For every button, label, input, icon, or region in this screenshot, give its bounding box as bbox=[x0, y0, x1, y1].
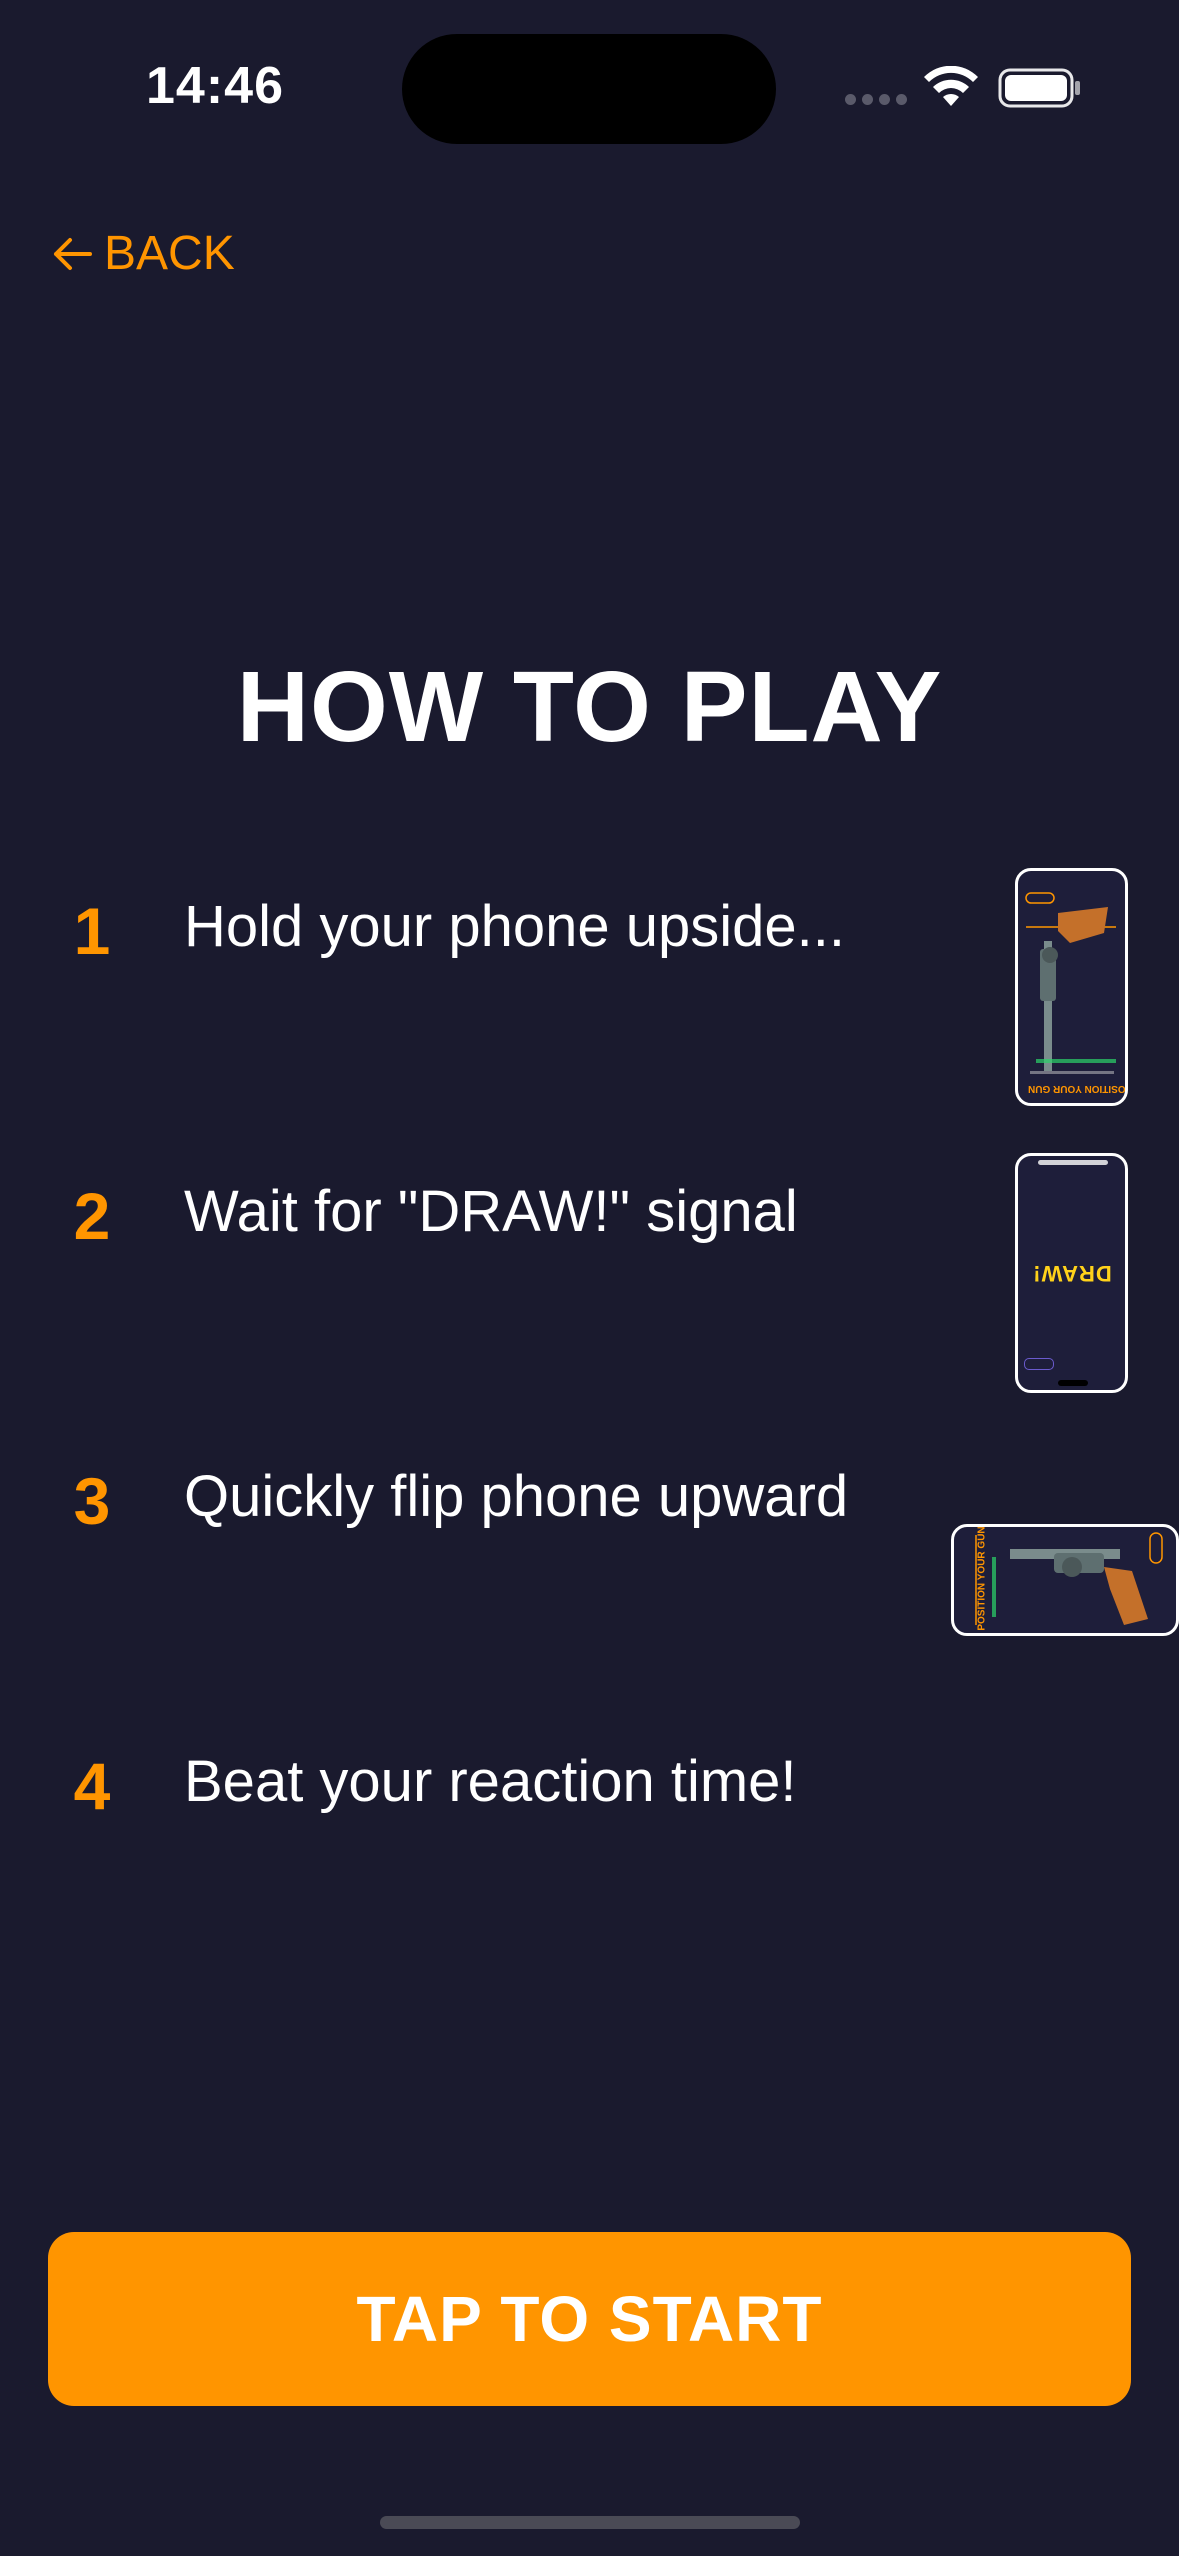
mini-status-bar bbox=[1038, 1160, 1108, 1165]
battery-icon bbox=[998, 68, 1080, 108]
phone-flipped-thumbnail: POSITION YOUR GUN bbox=[951, 1524, 1179, 1636]
tap-to-start-button[interactable]: TAP TO START bbox=[48, 2232, 1131, 2406]
step-item: 4 Beat your reaction time! bbox=[0, 1753, 1179, 1993]
phone-caption: POSITION YOUR GUN bbox=[976, 1526, 988, 1631]
step-number: 1 bbox=[73, 894, 111, 968]
arrow-left-icon bbox=[54, 237, 92, 270]
mini-back-icon bbox=[1024, 1358, 1054, 1370]
step-number: 4 bbox=[73, 1749, 111, 1823]
status-time: 14:46 bbox=[146, 57, 284, 115]
phone-draw-signal-thumbnail: DRAW! bbox=[1015, 1153, 1128, 1393]
cellular-signal-icon bbox=[845, 94, 907, 105]
step-number: 2 bbox=[73, 1179, 111, 1253]
phone-upside-down-thumbnail: POSITION YOUR GUN bbox=[1015, 868, 1128, 1106]
step-text: Wait for "DRAW!" signal bbox=[184, 1179, 798, 1244]
step-text: Quickly flip phone upward bbox=[184, 1464, 849, 1529]
back-button[interactable]: BACK bbox=[50, 226, 235, 281]
phone-caption: POSITION YOUR GUN bbox=[1028, 1083, 1128, 1094]
mini-home-indicator bbox=[1058, 1380, 1088, 1386]
step-text: Hold your phone upside... bbox=[184, 894, 845, 959]
step-text: Beat your reaction time! bbox=[184, 1749, 797, 1814]
step-number: 3 bbox=[73, 1464, 111, 1538]
revolver-icon bbox=[1025, 892, 1116, 1074]
back-label: BACK bbox=[104, 227, 235, 280]
home-indicator bbox=[380, 2516, 800, 2529]
page-title: HOW TO PLAY bbox=[236, 651, 943, 763]
dynamic-island bbox=[402, 34, 776, 144]
step-item: 2 Wait for "DRAW!" signal bbox=[0, 1183, 1179, 1423]
step-item: 1 Hold your phone upside... bbox=[0, 898, 1179, 1138]
wifi-icon bbox=[924, 66, 978, 106]
draw-signal-text: DRAW! bbox=[1031, 1261, 1112, 1286]
